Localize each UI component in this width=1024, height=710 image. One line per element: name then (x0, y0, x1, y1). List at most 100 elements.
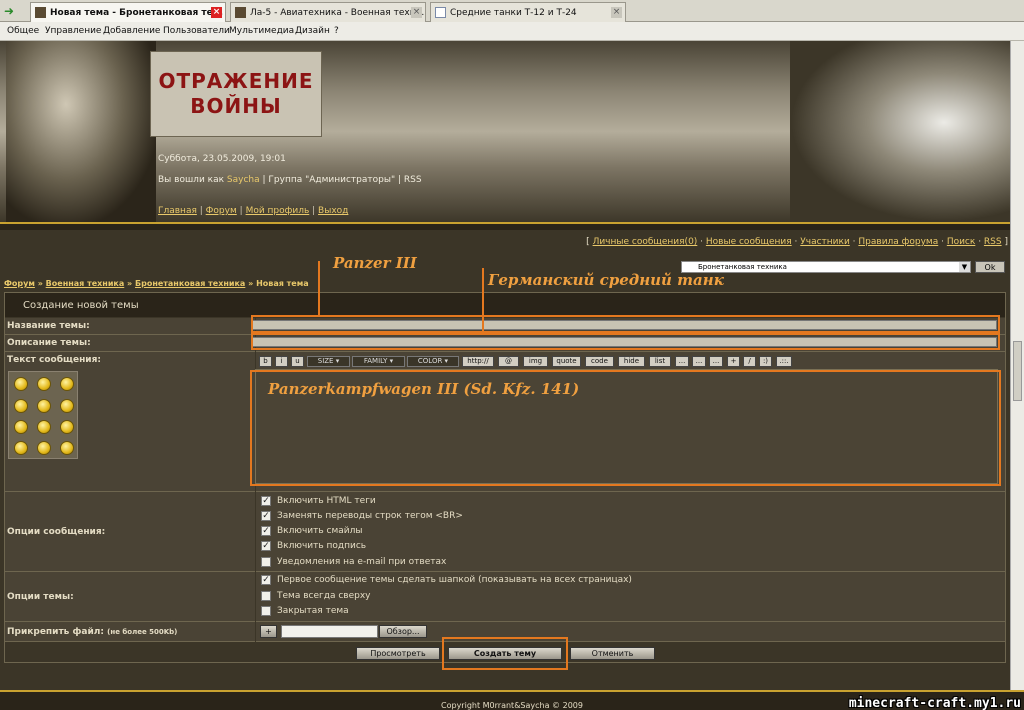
new-tab-arrow-icon[interactable]: ➜ (4, 4, 18, 18)
site-favicon-icon (235, 7, 246, 18)
option-br[interactable]: ✓ Заменять переводы строк тегом <BR> (261, 511, 463, 521)
crumb-military[interactable]: Военная техника (46, 279, 125, 288)
checkbox[interactable]: ✓ (261, 541, 271, 551)
cool-icon[interactable] (60, 377, 74, 391)
rss-link[interactable]: RSS (404, 175, 422, 185)
smile-icon[interactable] (14, 377, 28, 391)
scrollbar-thumb[interactable] (1013, 341, 1022, 401)
menu-manage[interactable]: Управление (45, 26, 101, 36)
checkbox[interactable]: ✓ (261, 496, 271, 506)
checkbox[interactable] (261, 591, 271, 601)
quote-button[interactable]: quote (552, 356, 581, 367)
checkbox[interactable] (261, 557, 271, 567)
confused-icon[interactable] (37, 441, 51, 455)
menu-users[interactable]: Пользователи (163, 26, 230, 36)
browse-button[interactable]: Обзор... (379, 625, 427, 638)
plus-button[interactable]: + (727, 356, 740, 367)
topic-title-highlight (251, 315, 1000, 333)
login-prefix: Вы вошли как (158, 175, 225, 185)
translit-button[interactable]: .::. (776, 356, 792, 367)
wink-icon[interactable] (60, 399, 74, 413)
shocked-icon[interactable] (14, 399, 28, 413)
option-closed[interactable]: Закрытая тема (261, 606, 349, 616)
checkbox[interactable]: ✓ (261, 526, 271, 536)
toolbar-extra-button[interactable]: ... (692, 356, 706, 367)
close-tab-icon[interactable]: × (411, 7, 422, 18)
crumb-armored[interactable]: Бронетанковая техника (135, 279, 245, 288)
url-button[interactable]: http:// (462, 356, 494, 367)
angry-icon[interactable] (14, 441, 28, 455)
crumb-forum[interactable]: Форум (4, 279, 35, 288)
menu-multimedia[interactable]: Мультимедиа (229, 26, 294, 36)
link-search[interactable]: Поиск (947, 237, 976, 247)
checkbox[interactable]: ✓ (261, 575, 271, 585)
nav-home[interactable]: Главная (158, 206, 197, 216)
menu-help[interactable]: ? (334, 26, 339, 36)
bold-button[interactable]: b (259, 356, 272, 367)
option-smilies[interactable]: ✓ Включить смайлы (261, 526, 362, 536)
page-scrollbar[interactable] (1010, 41, 1024, 690)
img-button[interactable]: img (523, 356, 548, 367)
option-pin-first-post[interactable]: ✓ Первое сообщение темы сделать шапкой (п… (261, 575, 632, 585)
option-sticky[interactable]: Тема всегда сверху (261, 591, 370, 601)
size-select[interactable]: SIZE ▾ (307, 356, 350, 367)
logo-line-2: ВОЙНЫ (190, 94, 282, 118)
link-forum-rules[interactable]: Правила форума (858, 237, 938, 247)
code-button[interactable]: code (585, 356, 614, 367)
tab-la5[interactable]: Ла-5 - Авиатехника - Военная техни... × (230, 2, 426, 22)
color-label: COLOR (417, 357, 443, 365)
link-new-messages[interactable]: Новые сообщения (706, 237, 792, 247)
close-tab-icon[interactable]: × (211, 7, 222, 18)
list-button[interactable]: list (649, 356, 671, 367)
toolbar-extra-button[interactable]: ... (709, 356, 723, 367)
preview-button[interactable]: Просмотреть (356, 647, 440, 660)
checkbox[interactable]: ✓ (261, 511, 271, 521)
underline-button[interactable]: u (291, 356, 304, 367)
link-members[interactable]: Участники (800, 237, 850, 247)
copyright: Copyright M0rrant&Saycha © 2009 (441, 701, 583, 710)
link-private-messages[interactable]: Личные сообщения(0) (593, 237, 698, 247)
forum-jump-select[interactable]: Бронетанковая техника ▼ (681, 261, 971, 273)
family-select[interactable]: FAMILY ▾ (352, 356, 405, 367)
nav-separator: | (239, 206, 243, 216)
topic-desc-highlight (251, 333, 1000, 350)
color-select[interactable]: COLOR ▾ (407, 356, 459, 367)
cry-icon[interactable] (60, 420, 74, 434)
menu-design[interactable]: Дизайн (295, 26, 330, 36)
laugh-icon[interactable] (37, 377, 51, 391)
menu-general[interactable]: Общее (7, 26, 39, 36)
option-signature[interactable]: ✓ Включить подпись (261, 541, 366, 551)
nav-profile[interactable]: Мой профиль (246, 206, 310, 216)
cancel-button[interactable]: Отменить (570, 647, 655, 660)
option-html[interactable]: ✓ Включить HTML теги (261, 496, 376, 506)
tongue-icon[interactable] (60, 441, 74, 455)
nav-logout[interactable]: Выход (318, 206, 348, 216)
family-label: FAMILY (363, 357, 388, 365)
chevron-down-icon[interactable]: ▼ (959, 262, 970, 272)
site-logo[interactable]: ОТРАЖЕНИЕ ВОЙНЫ (150, 51, 322, 137)
panzer-pointer-line (318, 261, 320, 316)
tab-label: Новая тема - Бронетанковая те... (50, 7, 224, 18)
hide-button[interactable]: hide (618, 356, 645, 367)
username-link[interactable]: Saycha (227, 175, 260, 185)
checkbox[interactable] (261, 606, 271, 616)
slash-button[interactable]: / (743, 356, 756, 367)
surprised-icon[interactable] (37, 399, 51, 413)
toolbar-extra-button[interactable]: ... (675, 356, 689, 367)
nav-forum[interactable]: Форум (206, 206, 237, 216)
email-button[interactable]: @ (498, 356, 519, 367)
sad-icon[interactable] (14, 420, 28, 434)
file-path-input[interactable] (281, 625, 378, 638)
menu-add[interactable]: Добавление (103, 26, 160, 36)
italic-button[interactable]: i (275, 356, 288, 367)
jump-ok-button[interactable]: Ok (975, 261, 1005, 273)
tab-medium-tanks[interactable]: Средние танки Т-12 и Т-24 × (430, 2, 626, 22)
attach-add-button[interactable]: + (260, 625, 277, 638)
smile-button[interactable]: :) (759, 356, 772, 367)
option-email-notify[interactable]: Уведомления на e-mail при ответах (261, 557, 446, 567)
link-rss[interactable]: RSS (984, 237, 1002, 247)
browser-tab-bar: ➜ Новая тема - Бронетанковая те... × Ла-… (0, 0, 1024, 22)
tab-new-topic[interactable]: Новая тема - Бронетанковая те... × (30, 2, 226, 22)
happy-icon[interactable] (37, 420, 51, 434)
close-tab-icon[interactable]: × (611, 7, 622, 18)
